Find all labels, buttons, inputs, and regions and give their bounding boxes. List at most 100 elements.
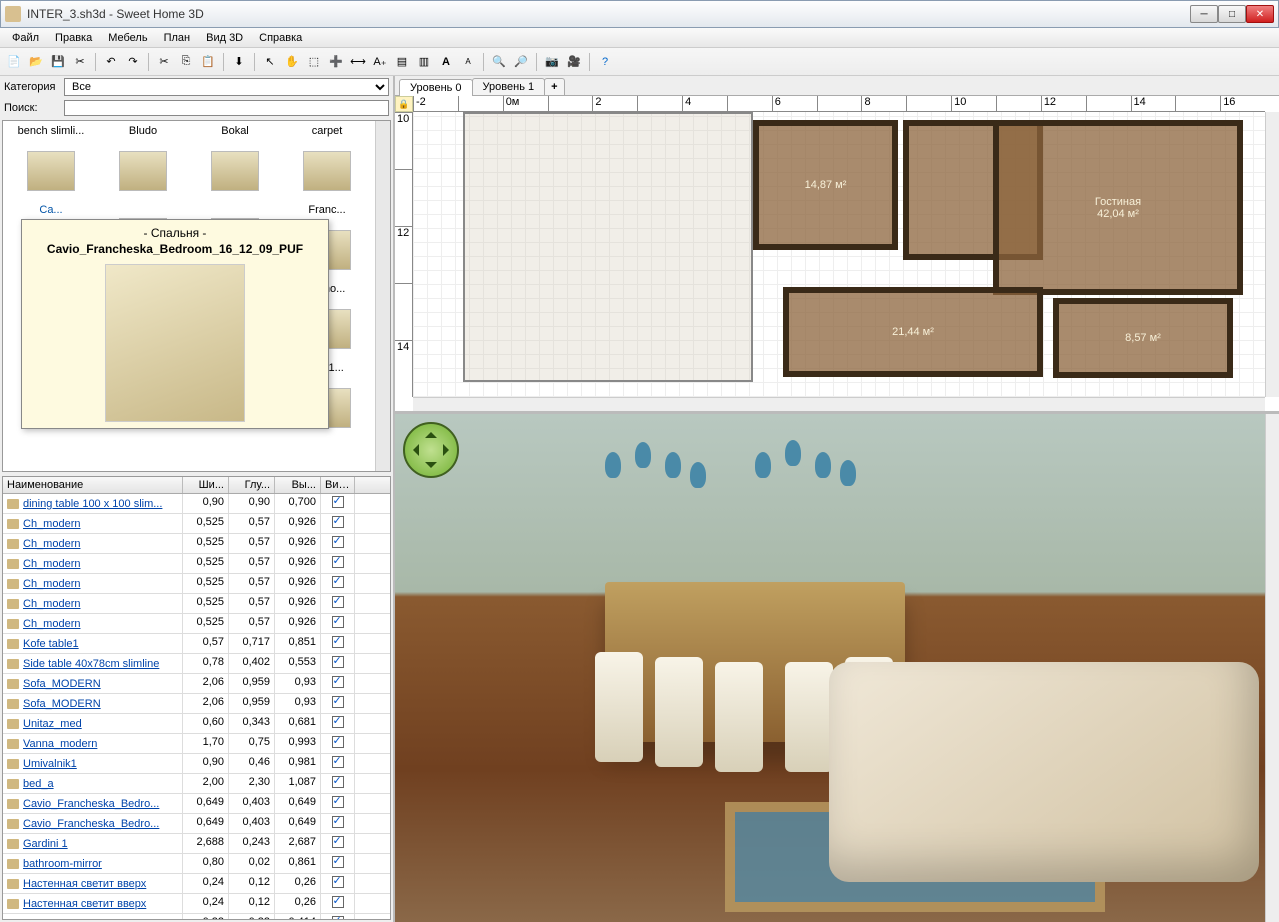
row-name[interactable]: Ch_modern <box>23 598 80 610</box>
new-icon[interactable]: 📄 <box>4 52 24 72</box>
tab-add-level[interactable]: + <box>544 78 564 95</box>
row-name[interactable]: Sofa_MODERN <box>23 698 101 710</box>
table-row[interactable]: lamp060,320,330,414 <box>3 914 390 919</box>
row-name[interactable]: Ch_modern <box>23 618 80 630</box>
tab-level-0[interactable]: Уровень 0 <box>399 79 473 96</box>
menu-plan[interactable]: План <box>156 30 199 46</box>
create-walls-icon[interactable]: ⬚ <box>304 52 324 72</box>
undo-icon[interactable]: ↶ <box>101 52 121 72</box>
row-name[interactable]: Настенная светит вверх <box>23 878 146 890</box>
row-name[interactable]: Ch_modern <box>23 518 80 530</box>
view3d-scrollbar[interactable] <box>1265 414 1279 922</box>
row-name[interactable]: Настенная светит вверх <box>23 898 146 910</box>
create-photo-icon[interactable]: 📷 <box>542 52 562 72</box>
pan-icon[interactable]: ✋ <box>282 52 302 72</box>
table-row[interactable]: Ch_modern0,5250,570,926 <box>3 574 390 594</box>
visible-checkbox[interactable] <box>332 576 344 588</box>
row-name[interactable]: Umivalnik1 <box>23 758 77 770</box>
catalog-item[interactable]: bench slimli... <box>7 125 95 200</box>
maximize-button[interactable]: □ <box>1218 5 1246 23</box>
visible-checkbox[interactable] <box>332 696 344 708</box>
table-row[interactable]: Sofa_MODERN2,060,9590,93 <box>3 674 390 694</box>
create-dimensions-icon[interactable]: ⟷ <box>348 52 368 72</box>
view-3d[interactable] <box>395 414 1279 922</box>
visible-checkbox[interactable] <box>332 516 344 528</box>
table-row[interactable]: Cavio_Francheska_Bedro...0,6490,4030,649 <box>3 814 390 834</box>
row-name[interactable]: bathroom-mirror <box>23 858 102 870</box>
visible-checkbox[interactable] <box>332 876 344 888</box>
catalog-item[interactable]: Bokal <box>191 125 279 200</box>
compass-up-icon[interactable] <box>425 426 437 438</box>
row-name[interactable]: Gardini 1 <box>23 838 68 850</box>
plan-room[interactable]: Гостиная 42,04 м² <box>993 120 1243 295</box>
table-row[interactable]: Vanna_modern1,700,750,993 <box>3 734 390 754</box>
col-depth[interactable]: Глу... <box>229 477 275 493</box>
table-row[interactable]: Cavio_Francheska_Bedro...0,6490,4030,649 <box>3 794 390 814</box>
table-row[interactable]: Ch_modern0,5250,570,926 <box>3 614 390 634</box>
open-icon[interactable]: 📂 <box>26 52 46 72</box>
row-name[interactable]: bed_a <box>23 778 54 790</box>
nav-compass[interactable] <box>403 422 459 478</box>
table-row[interactable]: Umivalnik10,900,460,981 <box>3 754 390 774</box>
visible-checkbox[interactable] <box>332 836 344 848</box>
row-name[interactable]: Vanna_modern <box>23 738 97 750</box>
visible-checkbox[interactable] <box>332 496 344 508</box>
plan-room[interactable]: 8,57 м² <box>1053 298 1233 378</box>
category-select[interactable]: Все <box>64 78 389 96</box>
row-name[interactable]: Kofe table1 <box>23 638 79 650</box>
row-name[interactable]: dining table 100 x 100 slim... <box>23 498 162 510</box>
table-row[interactable]: Ch_modern0,5250,570,926 <box>3 534 390 554</box>
table-row[interactable]: Настенная светит вверх0,240,120,26 <box>3 894 390 914</box>
visible-checkbox[interactable] <box>332 816 344 828</box>
text-italic-icon[interactable]: ▥ <box>414 52 434 72</box>
catalog-item[interactable]: Bludo <box>99 125 187 200</box>
table-row[interactable]: Ch_modern0,5250,570,926 <box>3 594 390 614</box>
table-row[interactable]: Ch_modern0,5250,570,926 <box>3 554 390 574</box>
visible-checkbox[interactable] <box>332 756 344 768</box>
select-icon[interactable]: ↖ <box>260 52 280 72</box>
visible-checkbox[interactable] <box>332 656 344 668</box>
visible-checkbox[interactable] <box>332 536 344 548</box>
col-width[interactable]: Ши... <box>183 477 229 493</box>
plan-scrollbar-h[interactable] <box>413 397 1265 411</box>
col-height[interactable]: Вы... <box>275 477 321 493</box>
compass-left-icon[interactable] <box>407 444 419 456</box>
col-name[interactable]: Наименование <box>3 477 183 493</box>
row-name[interactable]: Ch_modern <box>23 558 80 570</box>
table-row[interactable]: bathroom-mirror0,800,020,861 <box>3 854 390 874</box>
table-row[interactable]: Ch_modern0,5250,570,926 <box>3 514 390 534</box>
row-name[interactable]: Side table 40x78cm slimline <box>23 658 159 670</box>
decrease-text-icon[interactable]: A <box>458 52 478 72</box>
visible-checkbox[interactable] <box>332 796 344 808</box>
table-row[interactable]: Настенная светит вверх0,240,120,26 <box>3 874 390 894</box>
row-name[interactable]: Unitaz_med <box>23 718 82 730</box>
compass-right-icon[interactable] <box>443 444 455 456</box>
menu-file[interactable]: Файл <box>4 30 47 46</box>
zoom-out-icon[interactable]: 🔎 <box>511 52 531 72</box>
preferences-icon[interactable]: ✂ <box>70 52 90 72</box>
create-text-icon[interactable]: A₊ <box>370 52 390 72</box>
menu-3dview[interactable]: Вид 3D <box>198 30 251 46</box>
close-button[interactable]: ✕ <box>1246 5 1274 23</box>
row-name[interactable]: Sofa_MODERN <box>23 678 101 690</box>
visible-checkbox[interactable] <box>332 596 344 608</box>
add-furniture-icon[interactable]: ⬇ <box>229 52 249 72</box>
row-name[interactable]: Cavio_Francheska_Bedro... <box>23 818 159 830</box>
row-name[interactable]: Ch_modern <box>23 538 80 550</box>
create-video-icon[interactable]: 🎥 <box>564 52 584 72</box>
cut-icon[interactable]: ✂ <box>154 52 174 72</box>
text-bold-icon[interactable]: ▤ <box>392 52 412 72</box>
minimize-button[interactable]: ─ <box>1190 5 1218 23</box>
increase-text-icon[interactable]: A <box>436 52 456 72</box>
visible-checkbox[interactable] <box>332 556 344 568</box>
visible-checkbox[interactable] <box>332 716 344 728</box>
zoom-in-icon[interactable]: 🔍 <box>489 52 509 72</box>
plan-scrollbar-v[interactable] <box>1265 112 1279 397</box>
visible-checkbox[interactable] <box>332 856 344 868</box>
plan-canvas[interactable]: 14,87 м² Гостиная 42,04 м² 21,44 м² 8,57… <box>413 112 1265 397</box>
menu-furniture[interactable]: Мебель <box>100 30 155 46</box>
visible-checkbox[interactable] <box>332 616 344 628</box>
visible-checkbox[interactable] <box>332 736 344 748</box>
table-row[interactable]: Sofa_MODERN2,060,9590,93 <box>3 694 390 714</box>
help-icon[interactable]: ? <box>595 52 615 72</box>
